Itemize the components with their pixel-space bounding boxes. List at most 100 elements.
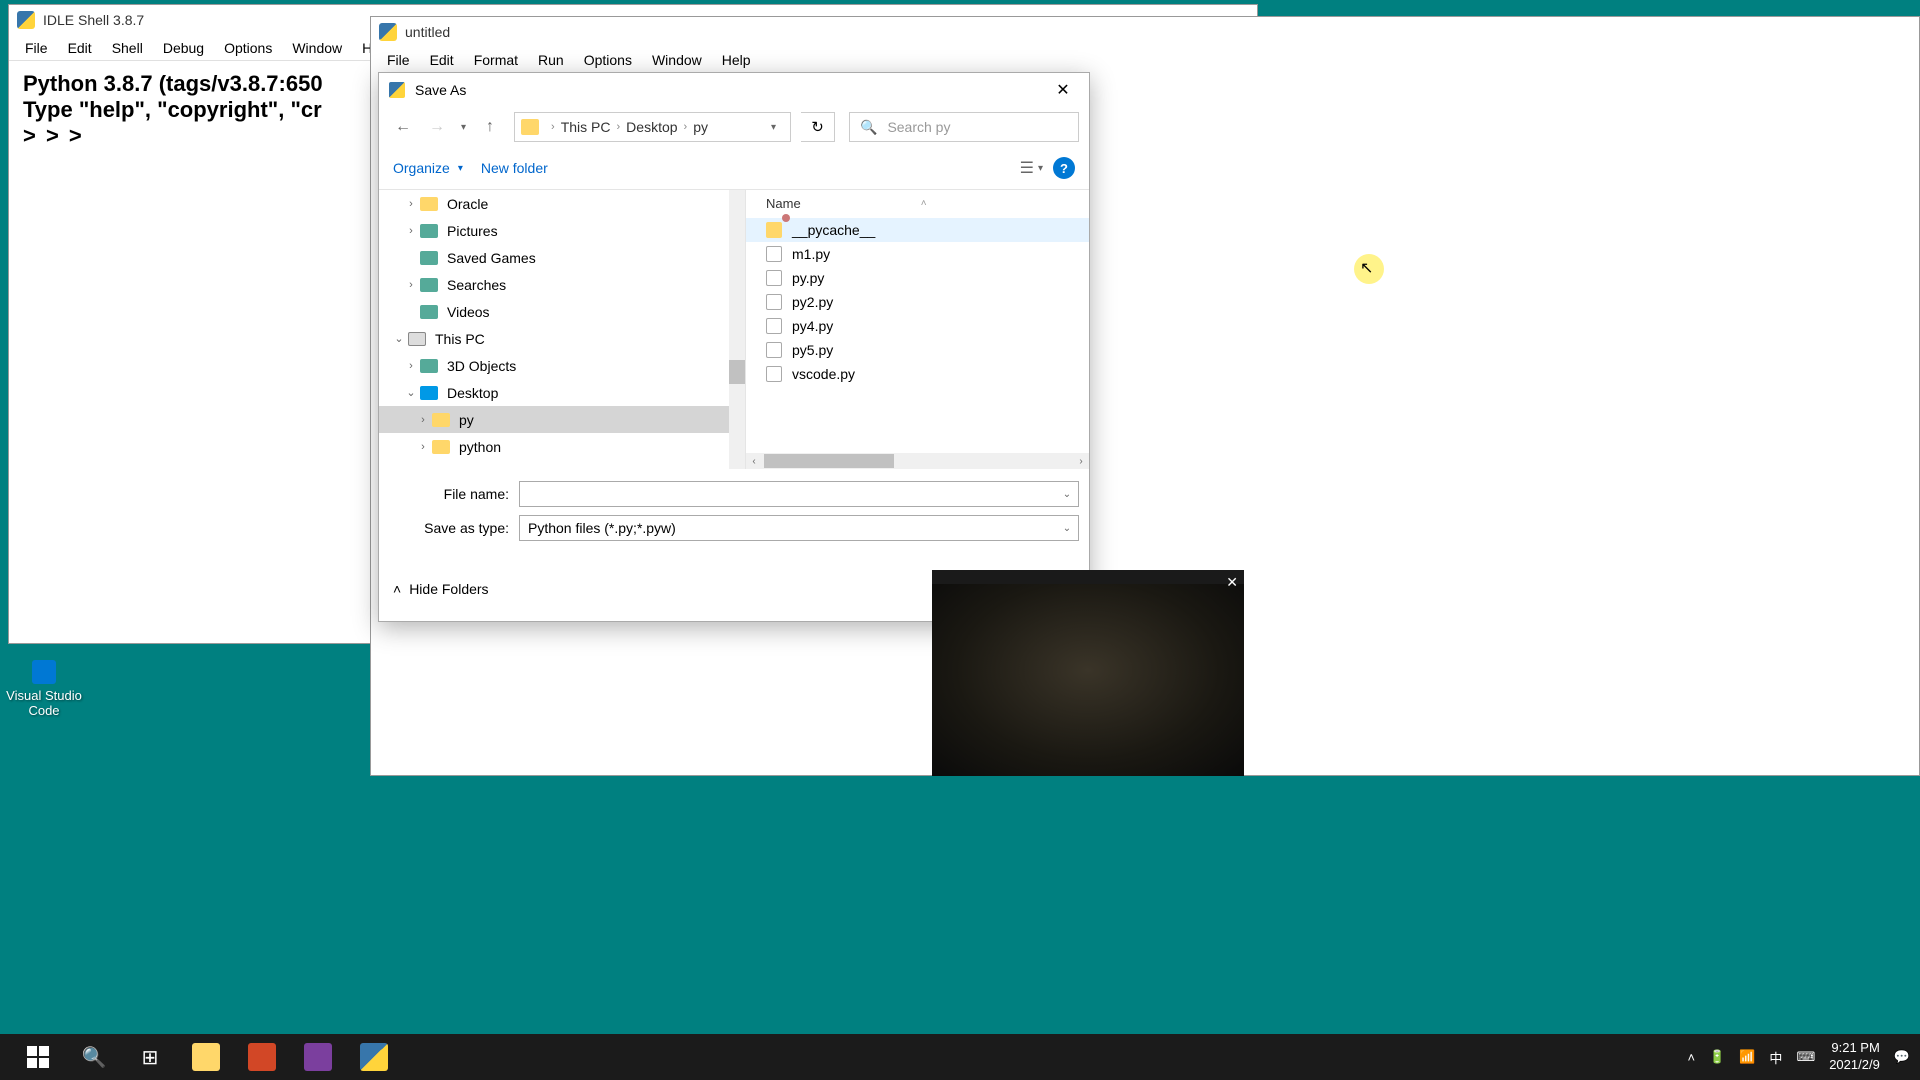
scrollbar-thumb[interactable]: [729, 360, 745, 384]
expand-icon[interactable]: ›: [403, 279, 419, 291]
filename-input[interactable]: ⌄: [519, 481, 1079, 507]
task-view-button[interactable]: ⊞: [122, 1034, 178, 1080]
scroll-left-button[interactable]: ‹: [746, 453, 762, 469]
up-button[interactable]: ↑: [476, 113, 504, 141]
chevron-down-icon[interactable]: ⌄: [1056, 489, 1078, 500]
dialog-titlebar[interactable]: Save As ✕: [379, 73, 1089, 107]
tray-ime[interactable]: 中: [1769, 1048, 1782, 1067]
expand-icon[interactable]: ⌄: [391, 332, 407, 345]
list-item[interactable]: __pycache__: [746, 218, 1089, 242]
tree-item[interactable]: Saved Games: [379, 244, 745, 271]
taskbar-app-idle[interactable]: [346, 1034, 402, 1080]
menu-file[interactable]: File: [15, 36, 58, 60]
menu-help[interactable]: Help: [712, 48, 761, 72]
time-text: 9:21 PM: [1829, 1040, 1880, 1057]
list-item[interactable]: py.py: [746, 266, 1089, 290]
horizontal-scrollbar[interactable]: ‹ ›: [746, 453, 1089, 469]
generic-icon: [419, 249, 439, 267]
chevron-down-icon[interactable]: ⌄: [1056, 523, 1078, 534]
desktop-shortcut-vscode[interactable]: Visual Studio Code: [4, 660, 84, 718]
tree-item[interactable]: ›Pictures: [379, 217, 745, 244]
search-button[interactable]: 🔍: [66, 1034, 122, 1080]
menu-edit[interactable]: Edit: [58, 36, 102, 60]
history-dropdown[interactable]: ▾: [457, 122, 470, 133]
separator-icon: ›: [551, 121, 555, 133]
menu-options[interactable]: Options: [214, 36, 282, 60]
tray-clock[interactable]: 9:21 PM 2021/2/9: [1829, 1040, 1880, 1074]
menu-shell[interactable]: Shell: [102, 36, 153, 60]
list-item[interactable]: py5.py: [746, 338, 1089, 362]
menu-options[interactable]: Options: [574, 48, 642, 72]
tray-notifications-icon[interactable]: 💬: [1894, 1049, 1910, 1065]
list-item[interactable]: m1.py: [746, 242, 1089, 266]
list-item[interactable]: vscode.py: [746, 362, 1089, 386]
taskbar-app-recorder[interactable]: [290, 1034, 346, 1080]
tree-item[interactable]: › Oracle: [379, 190, 745, 217]
scroll-right-button[interactable]: ›: [1073, 453, 1089, 469]
file-list[interactable]: Name ˄ __pycache__m1.pypy.pypy2.pypy4.py…: [745, 190, 1089, 469]
tree-item[interactable]: ›py: [379, 406, 745, 433]
tray-chevron-icon[interactable]: ˄: [1687, 1050, 1695, 1065]
savetype-select[interactable]: Python files (*.py;*.pyw) ⌄: [519, 515, 1079, 541]
column-header-name[interactable]: Name ˄: [746, 190, 1089, 216]
tray-network-icon[interactable]: 📶: [1739, 1049, 1755, 1065]
tray-keyboard-icon[interactable]: ⌨: [1796, 1049, 1815, 1065]
menu-edit[interactable]: Edit: [420, 48, 464, 72]
menu-debug[interactable]: Debug: [153, 36, 214, 60]
tree-item[interactable]: Videos: [379, 298, 745, 325]
organize-button[interactable]: Organize ▾: [393, 160, 463, 176]
refresh-button[interactable]: ↻: [801, 112, 835, 142]
close-button[interactable]: ✕: [1043, 76, 1083, 104]
close-webcam-button[interactable]: ✕: [1226, 574, 1238, 591]
separator-icon: ›: [684, 121, 688, 133]
expand-icon[interactable]: ›: [415, 441, 431, 453]
tree-item[interactable]: ›Searches: [379, 271, 745, 298]
crumb-desktop[interactable]: Desktop: [626, 119, 677, 135]
scrollbar-track[interactable]: [729, 190, 745, 469]
navigation-bar: ← → ▾ ↑ › This PC › Desktop › py ▾ ↻ 🔍 S…: [379, 107, 1089, 147]
expand-icon[interactable]: ›: [403, 360, 419, 372]
tree-label: python: [459, 439, 501, 455]
breadcrumb[interactable]: › This PC › Desktop › py ▾: [514, 112, 791, 142]
menu-window[interactable]: Window: [642, 48, 712, 72]
tree-item[interactable]: ⌄Desktop: [379, 379, 745, 406]
view-mode-button[interactable]: ☰ ▾: [1020, 158, 1043, 178]
hide-folders-toggle[interactable]: ˄ Hide Folders: [393, 581, 489, 597]
crumb-py[interactable]: py: [693, 119, 708, 135]
tree-item[interactable]: › python: [379, 433, 745, 460]
expand-icon[interactable]: ›: [403, 225, 419, 237]
menu-file[interactable]: File: [377, 48, 420, 72]
expand-icon[interactable]: ›: [403, 198, 419, 210]
tree-label: Videos: [447, 304, 490, 320]
back-button[interactable]: ←: [389, 113, 417, 141]
hide-folders-label: Hide Folders: [409, 581, 488, 597]
start-button[interactable]: [10, 1034, 66, 1080]
breadcrumb-dropdown[interactable]: ▾: [763, 122, 784, 133]
taskbar-app-powerpoint[interactable]: [234, 1034, 290, 1080]
menu-window[interactable]: Window: [282, 36, 352, 60]
list-item[interactable]: py4.py: [746, 314, 1089, 338]
search-icon: 🔍: [860, 119, 877, 136]
menu-run[interactable]: Run: [528, 48, 574, 72]
tray-battery-icon[interactable]: 🔋: [1709, 1049, 1725, 1065]
list-item[interactable]: py2.py: [746, 290, 1089, 314]
scrollbar-thumb[interactable]: [764, 454, 894, 468]
taskbar-app-explorer[interactable]: [178, 1034, 234, 1080]
new-folder-button[interactable]: New folder: [481, 160, 548, 176]
tree-item[interactable]: ›3D Objects: [379, 352, 745, 379]
tree-item[interactable]: ⌄This PC: [379, 325, 745, 352]
folder-icon: [766, 222, 782, 238]
pc-icon: [407, 330, 427, 348]
save-as-dialog: Save As ✕ ← → ▾ ↑ › This PC › Desktop › …: [378, 72, 1090, 622]
folder-tree[interactable]: › Oracle ›PicturesSaved Games›Searches Vide…: [379, 190, 745, 469]
crumb-this-pc[interactable]: This PC: [561, 119, 611, 135]
help-button[interactable]: ?: [1053, 157, 1075, 179]
filename-field[interactable]: [520, 486, 1056, 502]
menu-format[interactable]: Format: [464, 48, 528, 72]
expand-icon[interactable]: ⌄: [403, 386, 419, 399]
forward-button[interactable]: →: [423, 113, 451, 141]
tree-label: Oracle: [447, 196, 488, 212]
expand-icon[interactable]: ›: [415, 414, 431, 426]
search-input[interactable]: 🔍 Search py: [849, 112, 1079, 142]
editor-titlebar[interactable]: untitled: [371, 17, 1919, 47]
